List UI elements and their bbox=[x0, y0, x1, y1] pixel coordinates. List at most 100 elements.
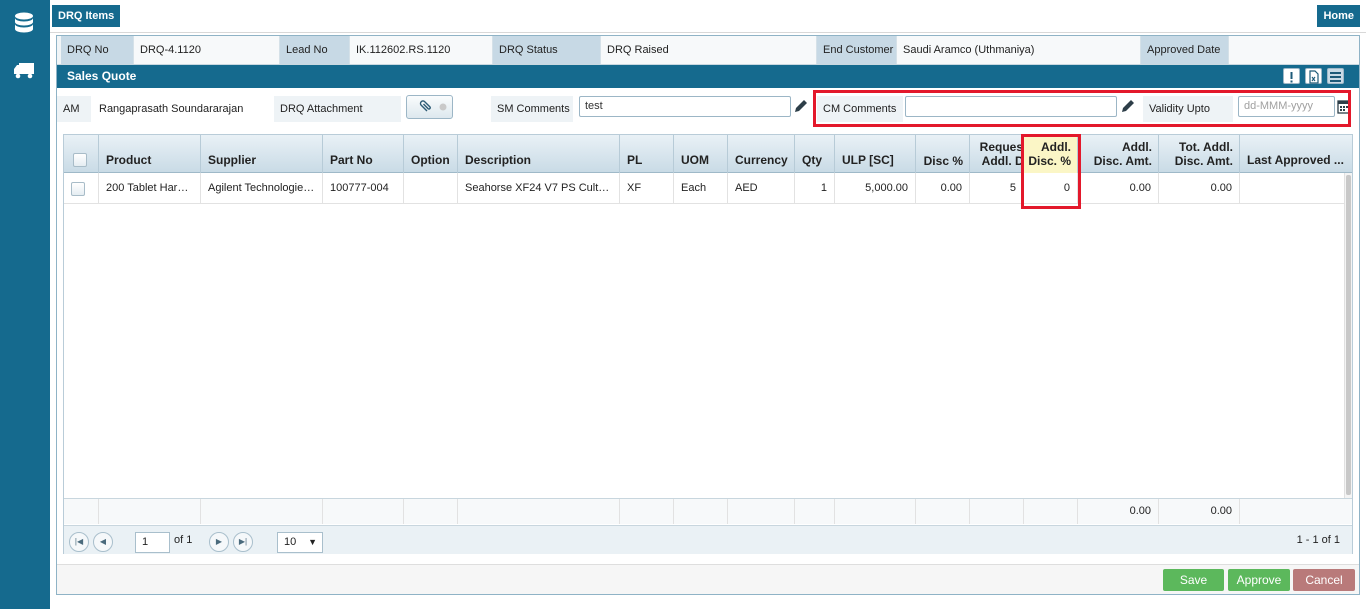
cell-description: Seahorse XF24 V7 PS Culture ... bbox=[458, 173, 620, 203]
col-disc[interactable]: Disc % bbox=[916, 135, 970, 173]
total-addl-disc-amt: 0.00 bbox=[1078, 499, 1159, 524]
select-all-cell bbox=[64, 135, 99, 173]
sidebar bbox=[0, 0, 50, 609]
highlight-box-comments bbox=[813, 90, 1351, 127]
total-cell bbox=[916, 499, 970, 524]
total-cell bbox=[323, 499, 404, 524]
quote-fields-row: AM Rangaprasath Soundararajan DRQ Attach… bbox=[57, 88, 1359, 128]
pencil-icon[interactable] bbox=[792, 97, 810, 117]
highlight-box-addl-disc bbox=[1021, 134, 1081, 209]
main-area: DRQ Items Home DRQ No DRQ-4.1120 Lead No… bbox=[50, 0, 1366, 609]
col-uom[interactable]: UOM bbox=[674, 135, 728, 173]
save-button[interactable]: Save bbox=[1163, 569, 1224, 591]
cell-disc: 0.00 bbox=[916, 173, 970, 203]
lead-no-value: IK.112602.RS.1120 bbox=[350, 36, 493, 64]
cancel-button[interactable]: Cancel bbox=[1293, 569, 1355, 591]
col-option[interactable]: Option bbox=[404, 135, 458, 173]
truck-icon[interactable] bbox=[12, 58, 36, 82]
page-size-select[interactable]: 10 ▼ bbox=[277, 532, 323, 553]
cell-pl: XF bbox=[620, 173, 674, 203]
col-ulp[interactable]: ULP [SC] bbox=[835, 135, 916, 173]
cell-request-addl-disc: 5 bbox=[970, 173, 1024, 203]
drq-card: DRQ No DRQ-4.1120 Lead No IK.112602.RS.1… bbox=[56, 35, 1360, 595]
total-cell bbox=[620, 499, 674, 524]
total-cell bbox=[201, 499, 323, 524]
sales-quote-header: Sales Quote bbox=[57, 65, 1359, 88]
drq-no-value: DRQ-4.1120 bbox=[134, 36, 280, 64]
cell-product: 200 Tablet Hardn... bbox=[99, 173, 201, 203]
home-button[interactable]: Home bbox=[1317, 5, 1360, 27]
total-cell bbox=[835, 499, 916, 524]
drq-attachment-label: DRQ Attachment bbox=[274, 96, 401, 122]
total-cell bbox=[1024, 499, 1078, 524]
cell-tot-addl-disc-amt: 0.00 bbox=[1159, 173, 1240, 203]
sm-comments-input[interactable]: test bbox=[579, 96, 791, 117]
total-cell bbox=[404, 499, 458, 524]
drq-info-bar: DRQ No DRQ-4.1120 Lead No IK.112602.RS.1… bbox=[57, 36, 1359, 65]
am-label: AM bbox=[57, 96, 91, 122]
col-part-no[interactable]: Part No bbox=[323, 135, 404, 173]
cell-last-approved bbox=[1240, 173, 1352, 203]
drq-no-label: DRQ No bbox=[61, 36, 134, 64]
approve-button[interactable]: Approve bbox=[1228, 569, 1290, 591]
cell-option bbox=[404, 173, 458, 203]
paperclip-icon bbox=[419, 100, 447, 112]
vertical-scrollbar[interactable] bbox=[1344, 173, 1352, 498]
list-icon bbox=[1330, 72, 1341, 82]
end-customer-value: Saudi Aramco (Uthmaniya) bbox=[897, 36, 1141, 64]
action-bar: Save Approve Cancel bbox=[57, 564, 1359, 594]
col-last-approved[interactable]: Last Approved ... bbox=[1240, 135, 1352, 173]
col-supplier[interactable]: Supplier bbox=[201, 135, 323, 173]
next-page-button[interactable]: ▶ bbox=[209, 532, 229, 552]
table-row[interactable]: 200 Tablet Hardn... Agilent Technologies… bbox=[64, 173, 1352, 204]
page-number-input[interactable]: 1 bbox=[135, 532, 170, 553]
row-checkbox[interactable] bbox=[71, 182, 85, 196]
col-pl[interactable]: PL bbox=[620, 135, 674, 173]
page-title: DRQ Items bbox=[52, 5, 121, 27]
document-icon bbox=[1309, 70, 1319, 84]
database-icon[interactable] bbox=[12, 11, 36, 35]
sales-quote-title: Sales Quote bbox=[67, 69, 137, 83]
row-select-cell bbox=[64, 173, 99, 203]
approved-date-value bbox=[1229, 36, 1359, 64]
col-currency[interactable]: Currency bbox=[728, 135, 795, 173]
scroll-thumb[interactable] bbox=[1346, 175, 1351, 495]
col-request-addl-disc[interactable]: Request Addl. Di bbox=[970, 135, 1024, 173]
attachment-button[interactable] bbox=[406, 95, 453, 119]
col-addl-disc-amt[interactable]: Addl. Disc. Amt. bbox=[1078, 135, 1159, 173]
list-view-button[interactable] bbox=[1327, 68, 1344, 84]
pager: |◀ ◀ 1 of 1 ▶ ▶| 10 ▼ 1 - 1 of 1 bbox=[64, 525, 1352, 554]
select-all-checkbox[interactable] bbox=[73, 153, 87, 167]
cell-supplier: Agilent Technologies ... bbox=[201, 173, 323, 203]
lead-no-label: Lead No bbox=[280, 36, 350, 64]
total-cell bbox=[458, 499, 620, 524]
total-tot-addl-disc-amt: 0.00 bbox=[1159, 499, 1240, 524]
grid-header: Product Supplier Part No Option Descript… bbox=[64, 135, 1352, 173]
end-customer-label: End Customer bbox=[817, 36, 897, 64]
col-tot-addl-disc-amt[interactable]: Tot. Addl. Disc. Amt. bbox=[1159, 135, 1240, 173]
cell-addl-disc-amt: 0.00 bbox=[1078, 173, 1159, 203]
col-product[interactable]: Product bbox=[99, 135, 201, 173]
total-cell bbox=[728, 499, 795, 524]
pager-summary: 1 - 1 of 1 bbox=[1296, 534, 1340, 546]
am-value: Rangaprasath Soundararajan bbox=[99, 103, 244, 115]
col-qty[interactable]: Qty bbox=[795, 135, 835, 173]
total-cell bbox=[795, 499, 835, 524]
cell-currency: AED bbox=[728, 173, 795, 203]
info-button[interactable] bbox=[1283, 68, 1300, 84]
cell-qty: 1 bbox=[795, 173, 835, 203]
drq-status-value: DRQ Raised bbox=[601, 36, 817, 64]
prev-page-button[interactable]: ◀ bbox=[93, 532, 113, 552]
total-cell bbox=[99, 499, 201, 524]
first-page-button[interactable]: |◀ bbox=[69, 532, 89, 552]
page-size-value: 10 bbox=[284, 536, 297, 548]
cell-part-no: 100777-004 bbox=[323, 173, 404, 203]
col-description[interactable]: Description bbox=[458, 135, 620, 173]
total-cell bbox=[970, 499, 1024, 524]
top-bar: DRQ Items Home bbox=[50, 0, 1366, 33]
last-page-button[interactable]: ▶| bbox=[233, 532, 253, 552]
export-button[interactable] bbox=[1305, 68, 1322, 84]
grid-totals-row: 0.00 0.00 bbox=[64, 498, 1352, 524]
total-cell bbox=[64, 499, 99, 524]
total-cell bbox=[674, 499, 728, 524]
